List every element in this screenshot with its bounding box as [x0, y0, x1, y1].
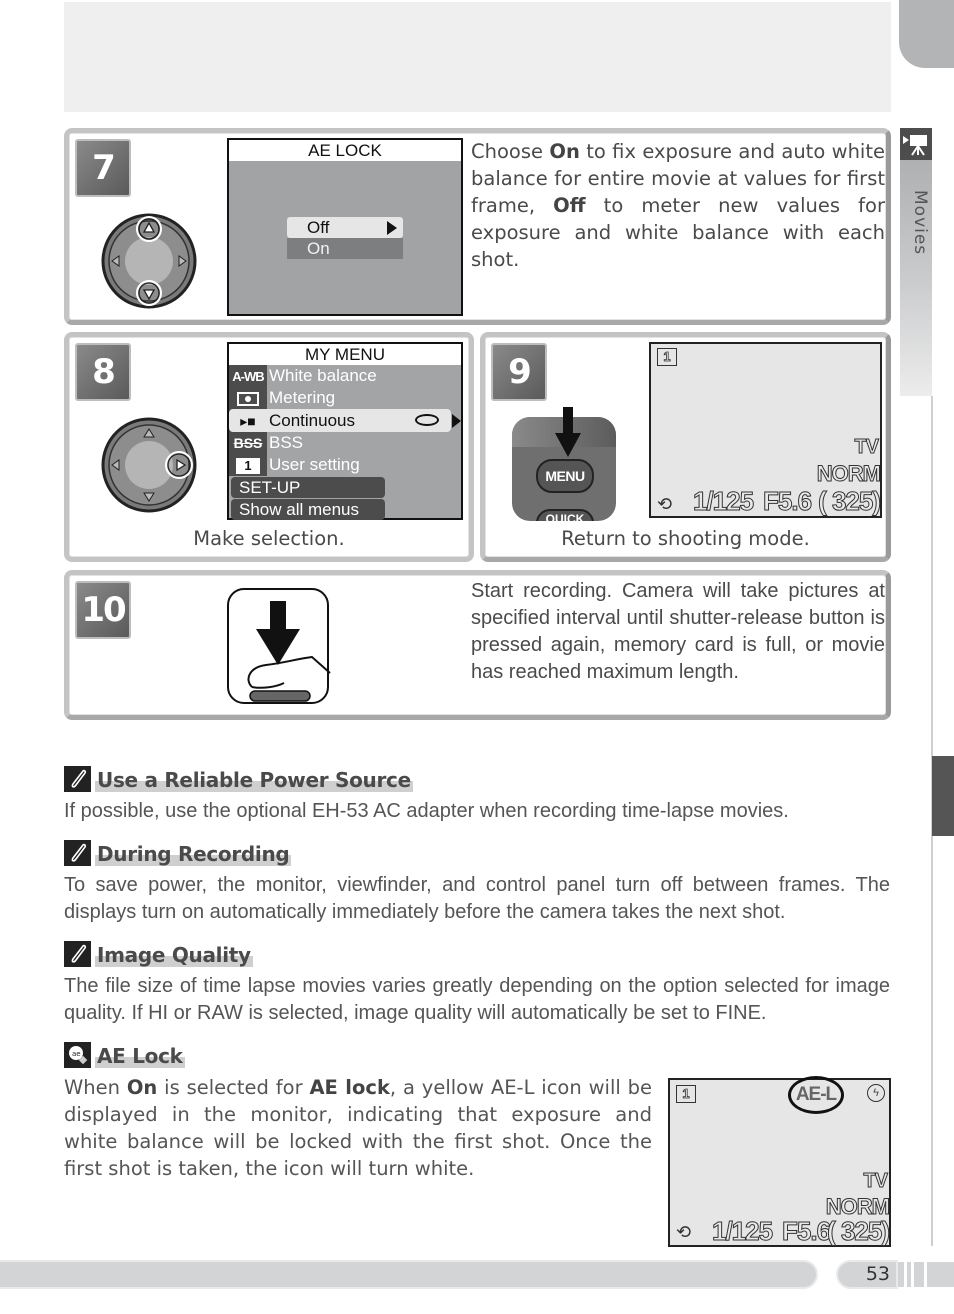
shutter-release-press-icon [226, 587, 332, 711]
note-title: Image Quality [95, 943, 253, 967]
item-label: User setting [269, 455, 360, 474]
ae-lock-monitor: 1 AE-L ϟ TV NORM ⟲ 1/125 F5.6 ( 325) [668, 1076, 891, 1247]
user-setting-indicator: 1 [657, 348, 677, 366]
footer-bar [0, 1262, 816, 1287]
step-7-panel: 7 AE LOCK Off On Choose On to fix exposu… [64, 128, 891, 325]
note-title: Use a Reliable Power Source [95, 768, 413, 792]
section-marker [932, 756, 954, 836]
note-heading: During Recording [64, 840, 292, 866]
pencil-note-icon [64, 941, 91, 967]
header-band [64, 2, 891, 112]
arrow-right-icon [452, 414, 461, 428]
aperture: F5.6 [762, 486, 812, 517]
menu-item-metering[interactable]: Metering [229, 387, 461, 409]
note-body: When On is selected for AE lock, a yello… [64, 1074, 652, 1182]
my-menu-screen: MY MENU A-WB White balance Metering ▸■ Con… [227, 342, 463, 520]
emphasis-off: Off [553, 194, 586, 217]
emphasis-on: On [126, 1076, 158, 1099]
aperture: F5.6 [781, 1216, 831, 1247]
frames-remaining: ( 325) [827, 1216, 891, 1247]
pencil-note-icon [64, 840, 91, 866]
tv-indicator: TV [854, 436, 880, 459]
step-9-caption: Return to shooting mode. [561, 527, 810, 550]
note-heading: ae AE Lock [64, 1042, 185, 1068]
footer-stripe [907, 1262, 911, 1287]
movie-camera-icon [900, 128, 932, 160]
flash-icon: ϟ [867, 1084, 885, 1102]
chapter-tab-label: Movies [910, 190, 930, 256]
chapter-tab[interactable]: Movies [900, 128, 932, 396]
arrow-right-icon [387, 221, 397, 235]
menu-title: AE LOCK [229, 140, 461, 161]
step-7-text: Choose On to fix exposure and auto white… [471, 138, 885, 273]
step-10-panel: 10 Start recording. Camera will take pic… [64, 570, 891, 720]
emphasis-ae-lock: AE lock [309, 1076, 390, 1099]
bss-icon: BSS [233, 435, 263, 451]
user-setting-indicator: 1 [676, 1085, 696, 1103]
user-setting-icon: 1 [229, 454, 267, 476]
note-title: During Recording [95, 842, 292, 866]
tv-indicator: TV [863, 1170, 889, 1193]
corner-tab [899, 0, 954, 68]
quick-button: QUICK [536, 509, 594, 521]
shooting-mode-monitor: 1 TV NORM ⟲ 1/125 F5.6 ( 325) [649, 342, 882, 518]
step-number: 8 [75, 343, 131, 401]
step-8-panel: 8 MY MENU A-WB White balance Metering ▸■ C… [64, 332, 474, 562]
pencil-note-icon [64, 766, 91, 792]
step-10-text: Start recording. Camera will take pictur… [471, 580, 885, 683]
note-body: The file size of time lapse movies varie… [64, 975, 890, 1024]
item-label: Metering [269, 388, 336, 407]
multi-selector-right-icon [99, 415, 199, 519]
step-number: 10 [75, 581, 131, 639]
ae-lock-menu-screen: AE LOCK Off On [227, 138, 463, 316]
arrow-down-icon [555, 407, 581, 463]
note-body: If possible, use the optional EH-53 AC a… [64, 800, 789, 822]
text: When [64, 1076, 127, 1099]
quality-indicator: NORM [816, 461, 881, 487]
item-label: Continuous [269, 411, 356, 430]
multi-selector-up-down-icon [99, 211, 199, 315]
menu-option-off[interactable]: Off [287, 217, 403, 238]
option-label: On [307, 239, 330, 258]
magnifier-tip-icon: ae [64, 1042, 91, 1068]
menu-option-on[interactable]: On [287, 238, 403, 259]
emphasis-on: On [549, 140, 580, 163]
menu-title: MY MENU [229, 344, 461, 365]
shutter-speed: 1/125 [711, 1216, 773, 1247]
menu-button[interactable]: MENU [536, 459, 594, 493]
auto-wb-icon: A-WB [232, 369, 264, 384]
step-8-caption: Make selection. [193, 527, 345, 550]
page-number: 53 [838, 1262, 896, 1287]
note-heading: Image Quality [64, 941, 253, 967]
footer-stripe [914, 1262, 924, 1287]
menu-item-bss[interactable]: BSS BSS [229, 432, 461, 454]
step-9-panel: 9 MENU QUICK 1 TV NORM ⟲ 1/125 F5.6 ( 32… [480, 332, 891, 562]
footer-stripe [927, 1262, 954, 1287]
ae-l-indicator: AE-L [788, 1076, 844, 1114]
option-label: Off [307, 218, 330, 237]
continuous-mode-icon [415, 414, 439, 426]
frames-remaining: ( 325) [818, 486, 882, 517]
text: Choose [471, 140, 550, 163]
footer-stripe [898, 1262, 904, 1287]
menu-item-white-balance[interactable]: A-WB White balance [229, 365, 461, 387]
note-heading: Use a Reliable Power Source [64, 766, 413, 792]
note-body: To save power, the monitor, viewfinder, … [64, 874, 890, 923]
menu-item-user-setting[interactable]: 1 User setting [229, 454, 461, 476]
svg-text:ae: ae [72, 1050, 81, 1058]
item-label: BSS [269, 433, 304, 452]
menu-item-continuous[interactable]: ▸■ Continuous [229, 409, 451, 432]
menu-show-all[interactable]: Show all menus [231, 499, 385, 520]
metering-icon [229, 387, 267, 409]
shutter-speed: 1/125 [692, 486, 754, 517]
step-number: 9 [491, 343, 547, 401]
menu-setup[interactable]: SET-UP [231, 477, 385, 498]
vibration-reduction-icon: ⟲ [657, 494, 673, 514]
note-title: AE Lock [95, 1044, 185, 1068]
text: is selected for [157, 1076, 310, 1099]
step-number: 7 [75, 139, 131, 197]
item-label: White balance [269, 366, 377, 385]
vibration-reduction-icon: ⟲ [676, 1222, 692, 1242]
movie-camera-icon: ▸■ [240, 413, 256, 429]
